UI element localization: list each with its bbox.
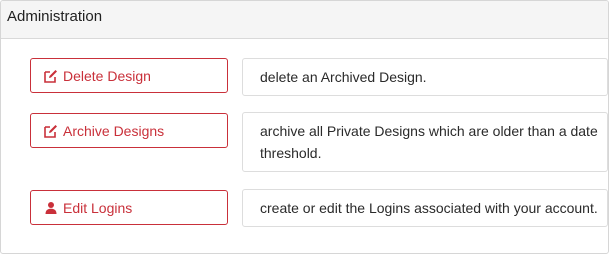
edit-icon bbox=[44, 124, 58, 138]
edit-logins-button[interactable]: Edit Logins bbox=[30, 190, 228, 225]
archive-designs-button[interactable]: Archive Designs bbox=[30, 113, 228, 148]
user-icon bbox=[44, 201, 58, 215]
edit-logins-description: create or edit the Logins associated wit… bbox=[242, 189, 608, 227]
delete-design-button[interactable]: Delete Design bbox=[30, 58, 228, 93]
administration-panel: Administration Delete Design delete an A… bbox=[0, 0, 609, 254]
delete-design-label: Delete Design bbox=[63, 67, 151, 84]
archive-designs-description-text: archive all Private Designs which are ol… bbox=[260, 123, 598, 161]
panel-title: Administration bbox=[1, 1, 608, 39]
edit-logins-description-text: create or edit the Logins associated wit… bbox=[260, 200, 598, 216]
delete-design-description-text: delete an Archived Design. bbox=[260, 69, 427, 85]
edit-icon bbox=[44, 69, 58, 83]
archive-designs-description: archive all Private Designs which are ol… bbox=[242, 112, 608, 172]
edit-logins-label: Edit Logins bbox=[63, 199, 133, 216]
archive-designs-label: Archive Designs bbox=[63, 122, 165, 139]
delete-design-description: delete an Archived Design. bbox=[242, 58, 608, 96]
